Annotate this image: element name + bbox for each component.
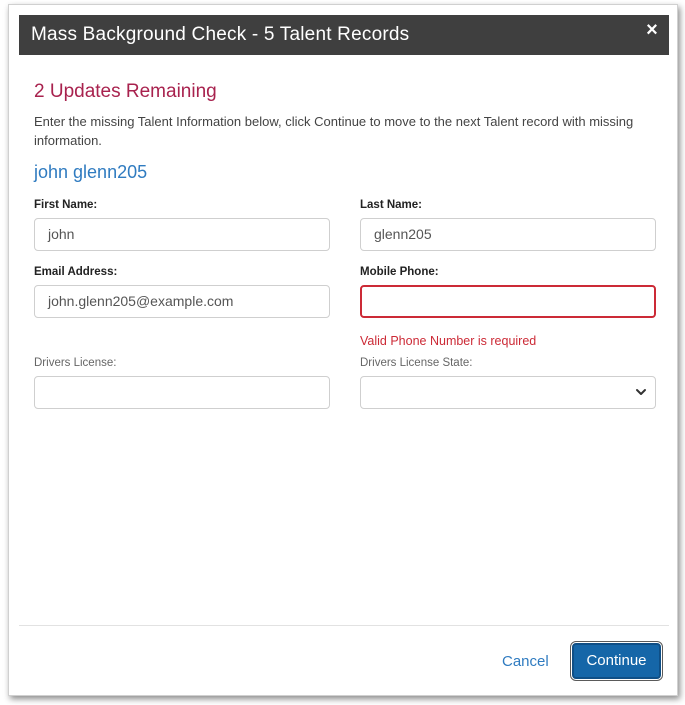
mobile-phone-label: Mobile Phone: xyxy=(360,266,439,278)
dialog-title: Mass Background Check - 5 Talent Records xyxy=(31,24,410,45)
cancel-button[interactable]: Cancel xyxy=(502,653,549,670)
chevron-down-icon xyxy=(636,389,646,395)
continue-button[interactable]: Continue xyxy=(570,641,663,681)
drivers-license-label: Drivers License: xyxy=(34,357,117,369)
email-address-input[interactable]: john.glenn205@example.com xyxy=(34,285,330,318)
updates-remaining-heading: 2 Updates Remaining xyxy=(34,81,217,102)
mobile-phone-error: Valid Phone Number is required xyxy=(360,334,537,348)
dialog-header: Mass Background Check - 5 Talent Records… xyxy=(19,15,669,55)
mobile-phone-input[interactable] xyxy=(360,285,656,318)
mass-background-check-dialog: Mass Background Check - 5 Talent Records… xyxy=(8,4,678,696)
instructions-text: Enter the missing Talent Information bel… xyxy=(34,114,634,148)
email-address-label: Email Address: xyxy=(34,266,118,278)
talent-name: john glenn205 xyxy=(34,162,148,182)
last-name-label: Last Name: xyxy=(360,199,422,211)
first-name-label: First Name: xyxy=(34,199,98,211)
first-name-input[interactable]: john xyxy=(34,218,330,251)
drivers-license-state-label: Drivers License State: xyxy=(360,357,473,369)
last-name-input[interactable]: glenn205 xyxy=(360,218,656,251)
drivers-license-input[interactable] xyxy=(34,376,330,409)
footer-divider xyxy=(19,625,669,626)
close-icon[interactable]: × xyxy=(641,19,663,41)
drivers-license-state-select[interactable] xyxy=(360,376,656,409)
